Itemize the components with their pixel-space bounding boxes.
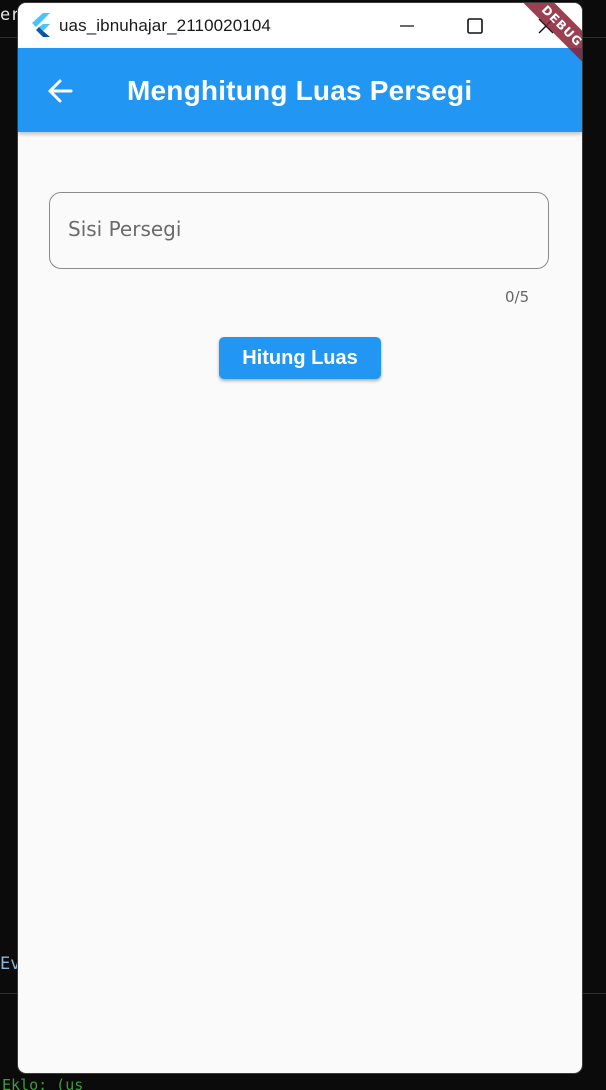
minimize-icon xyxy=(400,24,414,27)
page-content: Sisi Persegi 0/5 Hitung Luas xyxy=(18,132,582,1073)
maximize-icon xyxy=(467,17,483,34)
character-counter: 0/5 xyxy=(505,288,530,306)
desktop: er. Ev Eklo: (us uas_ibnuhajar_211002010… xyxy=(0,0,606,1090)
minimize-button[interactable] xyxy=(375,3,439,48)
input-placeholder: Sisi Persegi xyxy=(68,217,182,241)
window-titlebar[interactable]: uas_ibnuhajar_2110020104 xyxy=(18,3,582,48)
window-title: uas_ibnuhajar_2110020104 xyxy=(59,16,271,35)
app-bar: Menghitung Luas Persegi xyxy=(18,48,582,132)
back-button[interactable] xyxy=(38,69,82,113)
calculate-area-button[interactable]: Hitung Luas xyxy=(219,337,381,379)
app-window: uas_ibnuhajar_2110020104 Menghitung Luas… xyxy=(18,3,582,1073)
page-title: Menghitung Luas Persegi xyxy=(127,75,473,106)
background-text: Eklo: (us xyxy=(2,1076,84,1090)
side-length-input[interactable]: Sisi Persegi xyxy=(49,192,549,269)
arrow-back-icon xyxy=(48,79,73,103)
flutter-logo-icon xyxy=(32,13,50,37)
maximize-button[interactable] xyxy=(443,3,507,48)
